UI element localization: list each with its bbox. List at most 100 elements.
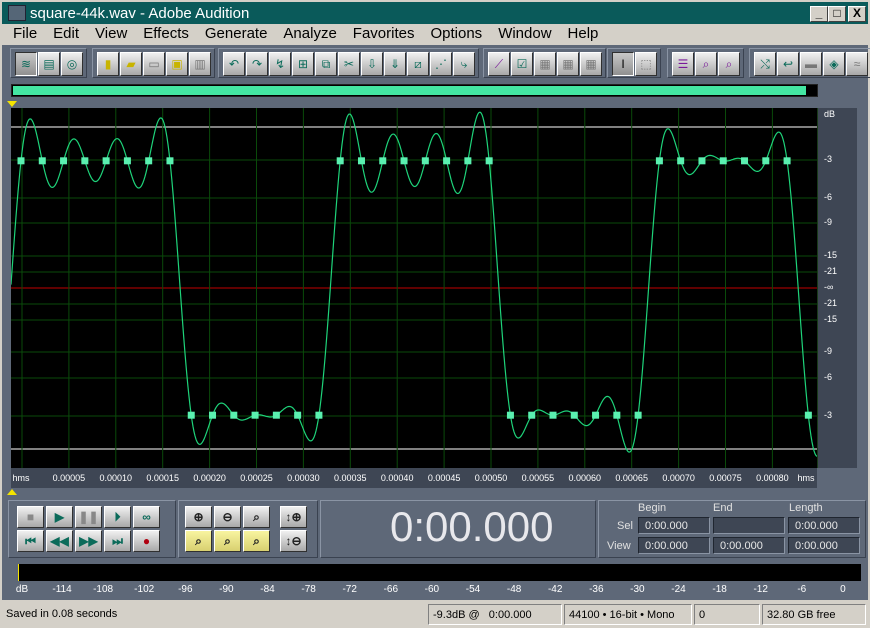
multitrack-view-button[interactable]: ▤ [38,52,60,76]
zoom-selection-button[interactable]: ⌕ [185,530,212,552]
sample-point[interactable] [528,411,536,419]
waveform-view-button[interactable]: ≋ [15,52,37,76]
sample-point[interactable] [187,411,195,419]
sample-point[interactable] [698,157,706,165]
spectral-view-button[interactable]: ⋰ [430,52,452,76]
menu-file[interactable]: File [5,24,45,45]
save-button[interactable]: ▭ [143,52,165,76]
sample-point[interactable] [613,411,621,419]
menu-favorites[interactable]: Favorites [345,24,423,45]
play-button[interactable]: ▶ [46,506,73,528]
sample-point[interactable] [315,411,323,419]
sample-point[interactable] [357,157,365,165]
new-file-button[interactable]: ▮ [97,52,119,76]
sample-point[interactable] [804,411,812,419]
close-button[interactable]: X [848,6,866,22]
time-ruler[interactable]: hms hms 0.00005 0.00010 0.00015 0.00020 0.0002… [11,468,817,488]
sample-point[interactable] [741,157,749,165]
minimize-button[interactable]: _ [810,6,828,22]
grid-1-button[interactable]: ▦ [534,52,556,76]
copy-button[interactable]: ⧉ [315,52,337,76]
redo-button[interactable]: ↷ [246,52,268,76]
sample-point[interactable] [230,411,238,419]
sample-point[interactable] [506,411,514,419]
sample-point[interactable] [38,157,46,165]
menu-help[interactable]: Help [560,24,607,45]
sample-point[interactable] [272,411,280,419]
menu-effects[interactable]: Effects [135,24,197,45]
sel-end-field[interactable] [713,517,785,534]
menu-generate[interactable]: Generate [197,24,276,45]
sample-point[interactable] [102,157,110,165]
filter-button[interactable]: ≈ [846,52,868,76]
zoom-full-button[interactable]: ⌕ [243,506,270,528]
loop-button[interactable]: ↩ [777,52,799,76]
sample-point[interactable] [762,157,770,165]
pause-button[interactable]: ❚❚ [75,506,102,528]
zoom-left-button[interactable]: ⌕ [214,530,241,552]
open-file-button[interactable]: ▰ [120,52,142,76]
sample-point[interactable] [123,157,131,165]
view-end-field[interactable]: 0:00.000 [713,537,785,554]
undo-button[interactable]: ↶ [223,52,245,76]
app-icon[interactable] [8,5,26,21]
sample-point[interactable] [655,157,663,165]
menu-edit[interactable]: Edit [45,24,87,45]
sample-point[interactable] [634,411,642,419]
noise-reduction-button[interactable]: ◈ [823,52,845,76]
sample-point[interactable] [443,157,451,165]
start-marker-bottom[interactable] [7,489,17,495]
frequency-analysis-button[interactable]: ⌕ [695,52,717,76]
sample-point[interactable] [81,157,89,165]
sample-point[interactable] [379,157,387,165]
save-as-button[interactable]: ▣ [166,52,188,76]
sample-point[interactable] [400,157,408,165]
sample-point[interactable] [592,411,600,419]
sample-point[interactable] [60,157,68,165]
sample-point[interactable] [251,411,259,419]
trim-button[interactable]: ⊞ [292,52,314,76]
menu-window[interactable]: Window [490,24,559,45]
transform-button[interactable]: ⤷ [453,52,475,76]
menu-view[interactable]: View [87,24,135,45]
paste-button[interactable]: ⇩ [361,52,383,76]
paste-new-button[interactable]: ⇓ [384,52,406,76]
go-to-end-button[interactable]: ⏭ [104,530,131,552]
fast-forward-button[interactable]: ▶▶ [75,530,102,552]
view-length-field[interactable]: 0:00.000 [788,537,860,554]
grid-3-button[interactable]: ▦ [580,52,602,76]
menu-analyze[interactable]: Analyze [275,24,344,45]
mix-paste-button[interactable]: ⧄ [407,52,429,76]
sample-point[interactable] [294,411,302,419]
sample-point[interactable] [166,157,174,165]
sample-point[interactable] [145,157,153,165]
cd-view-button[interactable]: ◎ [61,52,83,76]
sample-point[interactable] [485,157,493,165]
record-button[interactable]: ● [133,530,160,552]
start-marker-top[interactable] [7,101,17,107]
sample-point[interactable] [677,157,685,165]
waveform-display[interactable] [11,108,817,468]
envelope-button[interactable]: ⟋ [488,52,510,76]
cut-button[interactable]: ✂ [338,52,360,76]
overview-bar[interactable] [11,84,818,97]
zoom-out-button[interactable]: ⊖ [214,506,241,528]
overview-visible-range[interactable] [13,86,806,95]
loop-button[interactable]: ∞ [133,506,160,528]
checkbox-button[interactable]: ☑ [511,52,533,76]
rewind-button[interactable]: ◀◀ [46,530,73,552]
zoom-right-button[interactable]: ⌕ [243,530,270,552]
sample-point[interactable] [464,157,472,165]
sample-point[interactable] [783,157,791,165]
maximize-button[interactable]: □ [828,6,846,22]
sample-point[interactable] [570,411,578,419]
snap-button[interactable]: ⤭ [754,52,776,76]
zoom-out-vertical-button[interactable]: ↕⊖ [280,530,307,552]
view-begin-field[interactable]: 0:00.000 [638,537,710,554]
menu-options[interactable]: Options [422,24,490,45]
silence-button[interactable]: ▬ [800,52,822,76]
sample-point[interactable] [549,411,557,419]
zoom-in-vertical-button[interactable]: ↕⊕ [280,506,307,528]
zoom-in-button[interactable]: ⊕ [185,506,212,528]
marquee-selection-button[interactable]: ⬚ [635,52,657,76]
